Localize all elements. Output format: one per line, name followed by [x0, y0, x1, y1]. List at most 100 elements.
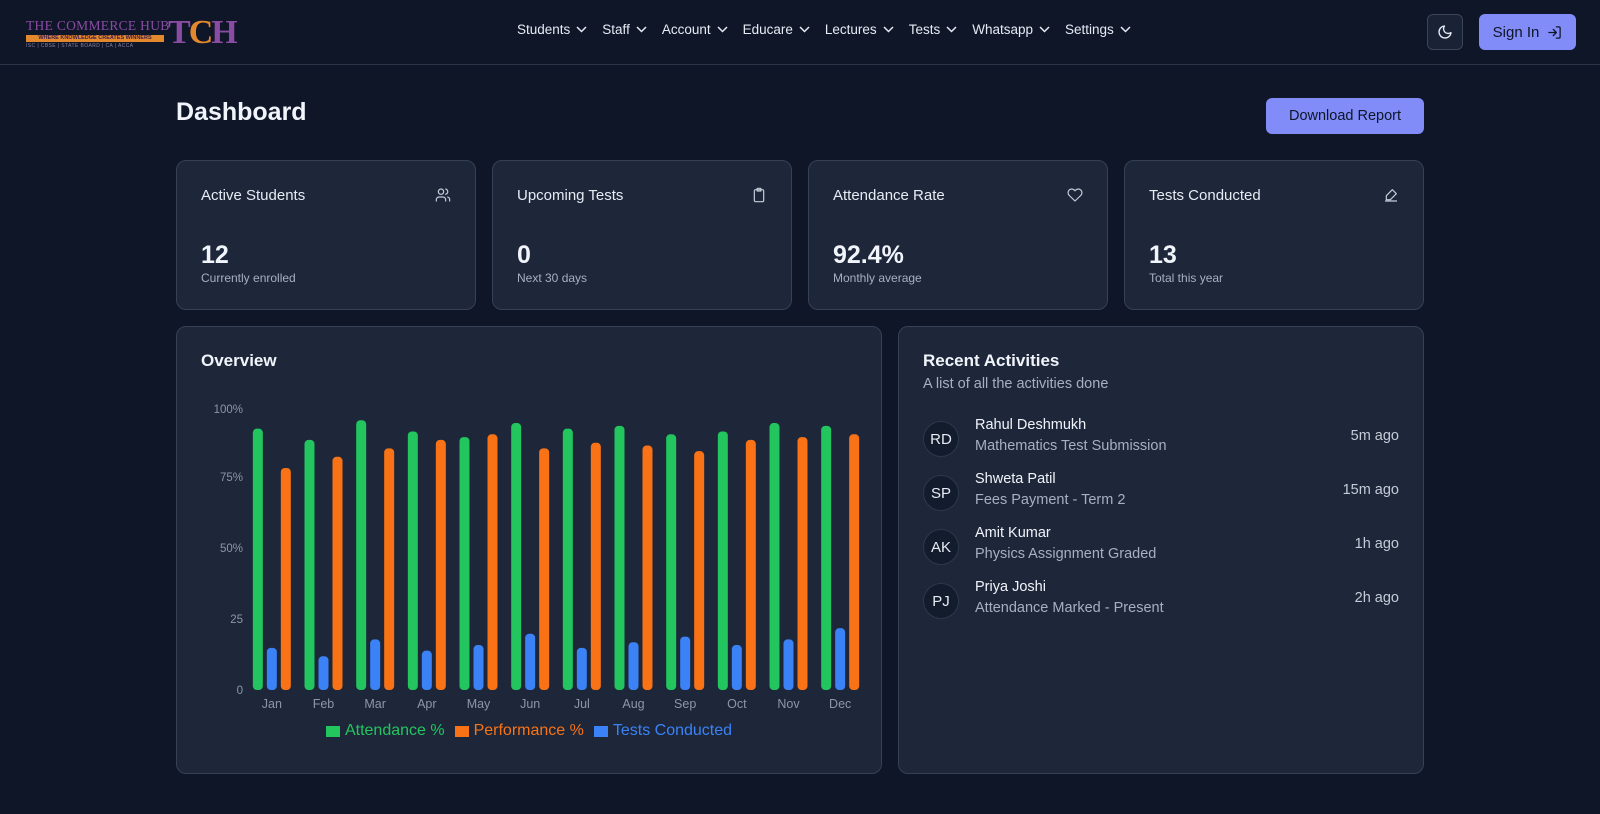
brand-monogram: TCH	[168, 14, 238, 51]
bar-tests-conducted-jun[interactable]	[525, 633, 536, 690]
bar-attendance-aug[interactable]	[614, 425, 625, 690]
bar-attendance-dec[interactable]	[821, 425, 832, 690]
x-tick-label: Jul	[574, 697, 590, 711]
bar-performance-may[interactable]	[487, 434, 498, 690]
legend-item-tests-conducted[interactable]: Tests Conducted	[593, 722, 732, 740]
x-tick-label: Jun	[520, 697, 540, 711]
y-tick-label: 50%	[220, 543, 243, 555]
nav-account[interactable]: Account	[662, 22, 728, 37]
bar-performance-feb[interactable]	[332, 456, 343, 690]
y-tick-label: 25	[230, 614, 243, 626]
bar-performance-mar[interactable]	[384, 448, 395, 690]
activity-item[interactable]: AK Amit Kumar Physics Assignment Graded …	[923, 525, 1399, 569]
bar-attendance-oct[interactable]	[717, 431, 728, 690]
chevron-down-icon	[1120, 26, 1131, 33]
bar-tests-conducted-aug[interactable]	[628, 642, 639, 690]
bar-attendance-apr[interactable]	[407, 431, 418, 690]
bar-tests-conducted-sep[interactable]	[680, 636, 691, 690]
activity-item[interactable]: PJ Priya Joshi Attendance Marked - Prese…	[923, 579, 1399, 623]
bar-attendance-jun[interactable]	[511, 423, 522, 690]
activity-time: 5m ago	[1350, 428, 1399, 444]
y-tick-label: 0	[237, 685, 243, 697]
bar-performance-aug[interactable]	[642, 445, 653, 690]
activity-time: 1h ago	[1354, 536, 1399, 552]
brand-name: THE COMMERCE HUB	[26, 18, 170, 33]
bar-performance-oct[interactable]	[745, 439, 756, 690]
legend-swatch	[593, 725, 608, 737]
bar-tests-conducted-dec[interactable]	[835, 628, 846, 690]
bar-tests-conducted-may[interactable]	[473, 645, 484, 690]
activity-user-name: Amit Kumar	[975, 525, 1051, 541]
chevron-down-icon	[946, 26, 957, 33]
bar-performance-sep[interactable]	[694, 451, 705, 690]
pen-icon	[1385, 189, 1397, 202]
legend-swatch	[454, 725, 469, 737]
main-nav: Students Staff Account Educare Lectures …	[517, 22, 1146, 37]
bar-attendance-sep[interactable]	[666, 434, 677, 690]
bar-tests-conducted-jan[interactable]	[266, 647, 277, 690]
bar-performance-nov[interactable]	[797, 437, 808, 690]
activity-item[interactable]: RD Rahul Deshmukh Mathematics Test Submi…	[923, 417, 1399, 461]
bar-attendance-may[interactable]	[459, 437, 470, 690]
stat-subtitle: Currently enrolled	[201, 271, 296, 285]
bar-attendance-jul[interactable]	[562, 428, 573, 690]
stat-card-active-students: Active Students 12 Currently enrolled	[176, 160, 476, 310]
bar-tests-conducted-oct[interactable]	[731, 645, 742, 690]
nav-whatsapp[interactable]: Whatsapp	[972, 22, 1050, 37]
stat-subtitle: Total this year	[1149, 271, 1224, 285]
bar-attendance-feb[interactable]	[304, 439, 315, 690]
bar-attendance-jan[interactable]	[252, 428, 263, 690]
stat-card-attendance-rate: Attendance Rate 92.4% Monthly average	[808, 160, 1108, 310]
chevron-down-icon	[883, 26, 894, 33]
chevron-down-icon	[576, 26, 587, 33]
recent-activities-card: Recent Activities A list of all the acti…	[898, 326, 1424, 774]
avatar: RD	[923, 421, 959, 457]
sign-in-button[interactable]: Sign In	[1479, 14, 1576, 50]
x-tick-label: Nov	[777, 697, 800, 711]
legend-item-attendance[interactable]: Attendance %	[325, 722, 445, 740]
nav-staff[interactable]: Staff	[602, 22, 647, 37]
bar-performance-dec[interactable]	[849, 434, 860, 690]
nav-label: Account	[661, 22, 711, 37]
bar-performance-jul[interactable]	[590, 442, 601, 690]
nav-lectures[interactable]: Lectures	[825, 22, 894, 37]
nav-label: Settings	[1065, 22, 1114, 37]
activity-item[interactable]: SP Shweta Patil Fees Payment - Term 2 15…	[923, 471, 1399, 515]
legend-item-performance[interactable]: Performance %	[454, 722, 584, 740]
nav-tests[interactable]: Tests	[909, 22, 958, 37]
activities-title: Recent Activities	[923, 351, 1060, 370]
brand-boards: ISC | CBSE | STATE BOARD | CA | ACCA	[26, 43, 134, 49]
nav-label: Students	[517, 22, 571, 37]
activity-time: 2h ago	[1354, 590, 1399, 606]
brand-logo[interactable]: THE COMMERCE HUB WHERE KNOWLEDGE CREATES…	[26, 14, 238, 51]
bar-performance-apr[interactable]	[435, 439, 446, 690]
bar-tests-conducted-feb[interactable]	[318, 656, 329, 690]
heart-icon	[1067, 188, 1083, 202]
stat-value: 92.4%	[833, 241, 904, 269]
bar-performance-jun[interactable]	[539, 448, 550, 690]
stat-subtitle: Monthly average	[833, 271, 922, 285]
chart-legend: Attendance % Performance % Tests Conduct…	[177, 722, 881, 740]
stat-title: Tests Conducted	[1149, 187, 1261, 204]
nav-educare[interactable]: Educare	[743, 22, 810, 37]
bar-performance-jan[interactable]	[280, 468, 291, 690]
page-title: Dashboard	[176, 98, 307, 126]
activity-description: Mathematics Test Submission	[975, 438, 1167, 454]
activity-user-name: Shweta Patil	[975, 471, 1056, 487]
x-tick-label: Feb	[313, 697, 335, 711]
bar-attendance-nov[interactable]	[769, 423, 780, 690]
bar-tests-conducted-nov[interactable]	[783, 639, 794, 690]
x-tick-label: Oct	[727, 697, 747, 711]
nav-settings[interactable]: Settings	[1065, 22, 1131, 37]
bar-attendance-mar[interactable]	[356, 420, 367, 690]
stat-card-tests-conducted: Tests Conducted 13 Total this year	[1124, 160, 1424, 310]
brand-tagline: WHERE KNOWLEDGE CREATES WINNERS	[26, 35, 164, 42]
download-report-button[interactable]: Download Report	[1266, 98, 1424, 134]
stat-card-upcoming-tests: Upcoming Tests 0 Next 30 days	[492, 160, 792, 310]
bar-tests-conducted-mar[interactable]	[370, 639, 381, 690]
bar-tests-conducted-jul[interactable]	[576, 647, 587, 690]
x-tick-label: May	[467, 697, 491, 711]
theme-toggle-button[interactable]	[1427, 14, 1463, 50]
nav-students[interactable]: Students	[517, 22, 587, 37]
bar-tests-conducted-apr[interactable]	[421, 650, 432, 690]
